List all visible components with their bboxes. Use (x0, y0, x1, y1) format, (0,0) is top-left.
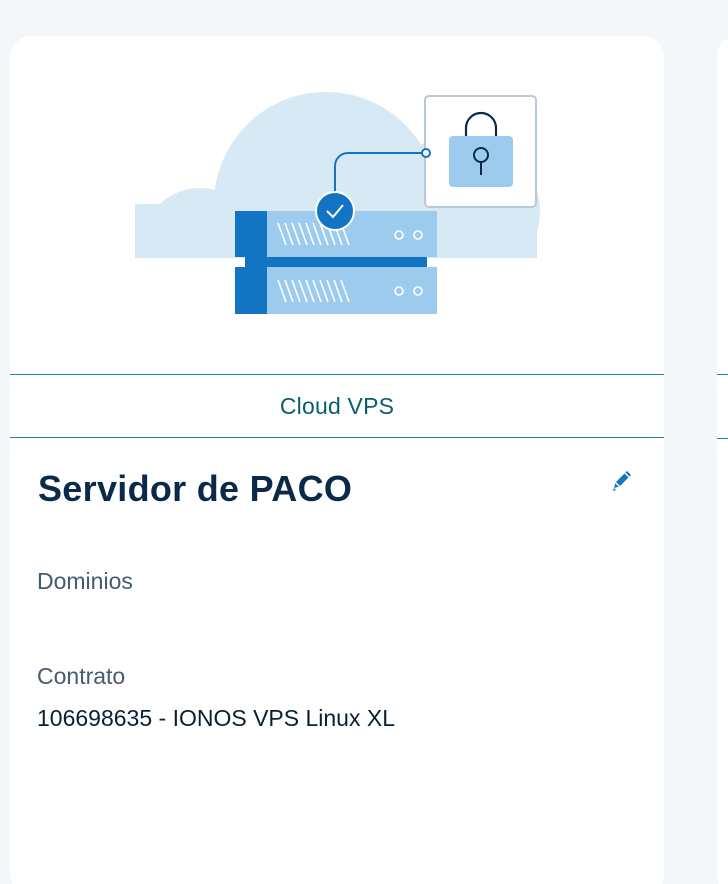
check-icon (315, 191, 355, 231)
server-unit-bottom (235, 267, 437, 314)
category-bar: Cloud VPS (10, 374, 664, 438)
divider-bottom (717, 438, 728, 439)
page: Cloud VPS Servidor de PACO Dominios Cont… (0, 0, 728, 884)
server-card[interactable]: Cloud VPS Servidor de PACO Dominios Cont… (10, 36, 664, 884)
server-name-title: Servidor de PACO (38, 468, 353, 509)
contract-label: Contrato (37, 663, 126, 689)
category-label: Cloud VPS (279, 392, 395, 419)
divider-top (717, 374, 728, 375)
lock-icon (424, 95, 537, 208)
domains-label: Dominios (37, 568, 133, 594)
contract-value: 106698635 - IONOS VPS Linux XL (37, 705, 395, 731)
edit-name-button[interactable] (606, 464, 638, 496)
cloud-server-lock-illustration (110, 92, 570, 374)
next-server-card[interactable] (717, 36, 728, 884)
pencil-icon (613, 471, 631, 491)
